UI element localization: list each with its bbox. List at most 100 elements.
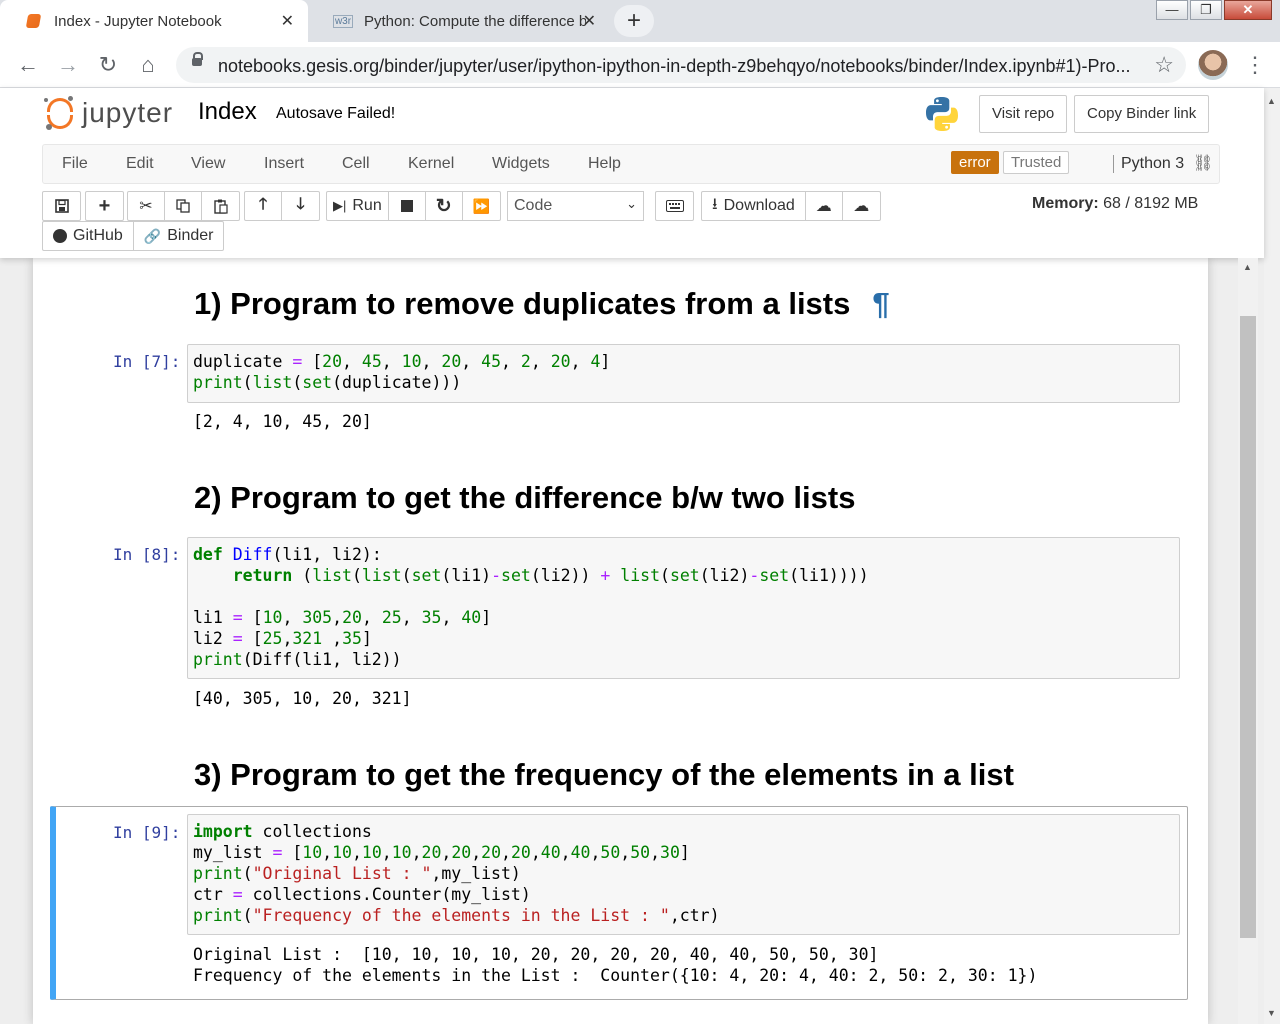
code-line: print("Frequency of the elements in the …	[193, 905, 1174, 926]
code-operator: -	[749, 566, 760, 585]
close-icon[interactable]: ✕	[583, 11, 596, 31]
copy-binder-link-button[interactable]: Copy Binder link	[1074, 95, 1210, 133]
code-number: 10	[361, 843, 382, 862]
notebook-background: 1) Program to remove duplicates from a l…	[0, 258, 1264, 1024]
code-cell-editor[interactable]: duplicate = [20, 45, 10, 20, 45, 2, 20, …	[187, 344, 1180, 403]
code-token: collections.Counter(my_list)	[242, 885, 531, 904]
trusted-indicator[interactable]: Trusted	[1003, 151, 1070, 174]
w3resource-favicon-icon: w3r	[332, 12, 354, 30]
copy-icon[interactable]	[165, 192, 202, 220]
code-line: ctr = collections.Counter(my_list)	[193, 884, 1174, 905]
new-tab-button[interactable]: +	[614, 5, 654, 37]
code-keyword: import	[193, 822, 253, 841]
menu-edit[interactable]: Edit	[126, 155, 154, 173]
bookmark-star-icon[interactable]: ☆	[1154, 52, 1174, 78]
home-icon[interactable]: ⌂	[133, 50, 163, 80]
run-group: ▶| Run ↻ ⏩	[326, 191, 501, 221]
scrollbar-thumb[interactable]	[1240, 316, 1256, 938]
scroll-down-icon[interactable]: ▼	[1267, 1008, 1276, 1018]
markdown-heading[interactable]: 2) Program to get the difference b/w two…	[194, 480, 855, 516]
scroll-up-icon[interactable]: ▲	[1267, 96, 1276, 106]
page-scrollbar[interactable]: ▲ ▼	[1264, 88, 1280, 1024]
run-button[interactable]: ▶| Run	[327, 192, 389, 220]
menu-insert[interactable]: Insert	[264, 155, 304, 173]
jupyter-menubar: File Edit View Insert Cell Kernel Widget…	[42, 144, 1220, 184]
code-line: print("Original List : ",my_list)	[193, 863, 1174, 884]
code-operator: -	[491, 566, 502, 585]
tab-python-compute-difference[interactable]: w3r Python: Compute the difference b ✕	[310, 0, 610, 42]
close-icon[interactable]: ✕	[281, 11, 294, 31]
jupyter-logo[interactable]: jupyter	[44, 96, 173, 130]
visit-repo-button[interactable]: Visit repo	[979, 95, 1068, 133]
move-up-icon[interactable]: 🡑	[245, 192, 282, 220]
scroll-up-icon[interactable]: ▲	[1243, 262, 1252, 272]
menu-help[interactable]: Help	[588, 155, 621, 173]
code-cell-editor[interactable]: import collections my_list = [10,10,10,10…	[187, 814, 1180, 935]
code-token: [	[252, 608, 263, 627]
browser-menu-icon[interactable]: ⋮	[1244, 51, 1266, 79]
code-line: return (list(list(set(li1)-set(li2)) + l…	[193, 565, 1174, 586]
code-line: print(list(set(duplicate)))	[193, 372, 1174, 393]
back-arrow-icon[interactable]: ←	[13, 50, 43, 80]
cloud-upload-icon[interactable]: ☁	[843, 192, 880, 220]
download-button[interactable]: ⭳ Download	[702, 192, 806, 220]
minimize-button[interactable]: —	[1156, 0, 1188, 20]
profile-avatar[interactable]	[1198, 50, 1228, 80]
save-group	[42, 191, 81, 221]
code-token: ,my_list)	[431, 864, 521, 883]
markdown-heading[interactable]: 3) Program to get the frequency of the e…	[194, 757, 1014, 793]
url-text: notebooks.gesis.org/binder/jupyter/user/…	[218, 56, 1131, 76]
tab-jupyter-notebook[interactable]: Index - Jupyter Notebook ✕	[0, 0, 308, 42]
menu-view[interactable]: View	[191, 155, 225, 173]
code-number: 50	[600, 843, 621, 862]
jupyter-logo-icon	[44, 96, 76, 130]
add-cell-icon[interactable]: +	[86, 192, 123, 220]
python-logo-icon	[926, 97, 958, 131]
code-cell-editor[interactable]: def Diff(li1, li2): return (list(list(se…	[187, 537, 1180, 679]
code-number: 40	[540, 843, 561, 862]
code-number: 20	[441, 352, 462, 371]
code-number: 45	[361, 352, 382, 371]
tab-title: Python: Compute the difference b	[364, 12, 586, 30]
menu-cell[interactable]: Cell	[342, 155, 370, 173]
code-token: (	[292, 566, 313, 585]
cut-icon[interactable]: ✂	[128, 192, 165, 220]
memory-value: 68 / 8192 MB	[1103, 195, 1199, 212]
code-builtin: print	[193, 906, 243, 925]
menu-file[interactable]: File	[62, 155, 88, 173]
code-token: (	[242, 373, 253, 392]
kernel-error-badge[interactable]: error	[951, 151, 999, 174]
fast-forward-icon[interactable]: ⏩	[463, 192, 500, 220]
window-close-button[interactable]: ✕	[1224, 0, 1272, 20]
save-icon[interactable]	[43, 192, 80, 220]
notebook-title[interactable]: Index	[198, 98, 257, 126]
address-bar[interactable]: notebooks.gesis.org/binder/jupyter/user/…	[176, 47, 1186, 83]
github-button[interactable]: GitHub	[43, 222, 134, 250]
reload-icon[interactable]: ↻	[93, 50, 123, 80]
edit-group: ✂	[127, 191, 240, 221]
notebook-scrollbar[interactable]: ▲	[1238, 258, 1258, 1024]
code-token: (duplicate)))	[332, 373, 462, 392]
markdown-heading[interactable]: 1) Program to remove duplicates from a l…	[194, 286, 890, 322]
paste-icon[interactable]	[202, 192, 239, 220]
stop-icon[interactable]	[389, 192, 426, 220]
forward-arrow-icon[interactable]: →	[53, 50, 83, 80]
code-builtin: list	[361, 566, 402, 585]
keyboard-icon[interactable]	[656, 192, 693, 220]
anchor-link[interactable]: ¶	[872, 286, 889, 321]
code-token: (li2)	[699, 566, 750, 585]
jupyter-favicon-icon	[24, 12, 42, 30]
code-token: (	[242, 864, 253, 883]
keyboard-group	[655, 191, 694, 221]
binder-button[interactable]: 🔗 Binder	[134, 222, 224, 250]
code-builtin: set	[669, 566, 700, 585]
menu-widgets[interactable]: Widgets	[492, 155, 550, 173]
cell-type-select[interactable]: Code ⌄	[507, 191, 644, 221]
jupyter-logo-text: jupyter	[82, 97, 174, 128]
maximize-button[interactable]: ❐	[1190, 0, 1222, 20]
cloud-download-icon[interactable]: ☁	[806, 192, 843, 220]
move-down-icon[interactable]: 🡓	[282, 192, 319, 220]
restart-icon[interactable]: ↻	[426, 192, 463, 220]
lock-icon	[192, 52, 203, 66]
menu-kernel[interactable]: Kernel	[408, 155, 454, 173]
